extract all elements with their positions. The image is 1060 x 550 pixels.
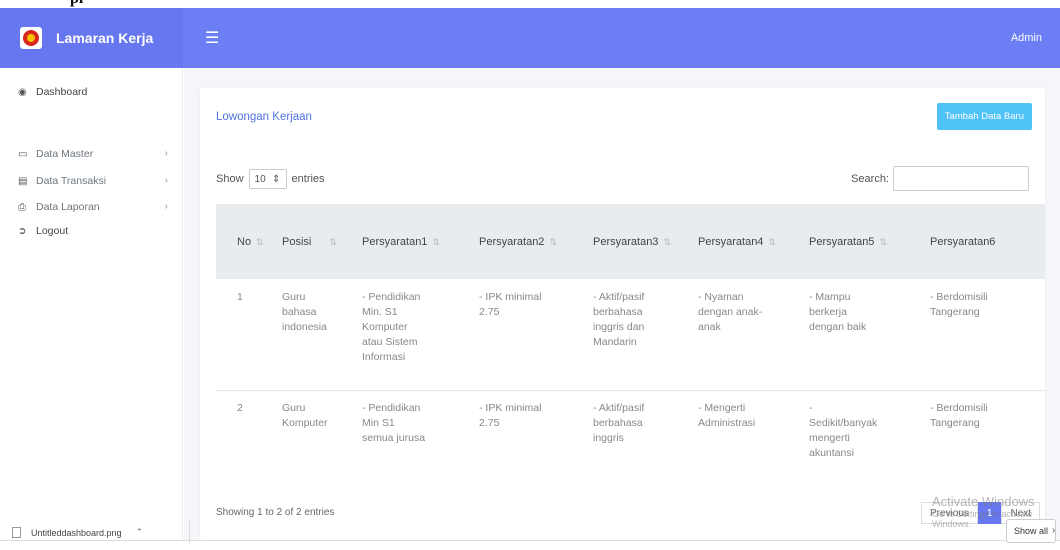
chevron-right-icon: ›: [164, 175, 168, 186]
show-label: Show: [216, 173, 244, 185]
sidebar-item-label: Data Laporan: [36, 201, 100, 213]
entries-select-value: 10: [254, 173, 266, 185]
brand[interactable]: Lamaran Kerja: [0, 8, 183, 68]
table-cell: - Berdomisili Tangerang: [930, 402, 988, 429]
sidebar-item-label: Dashboard: [36, 86, 88, 98]
column-header[interactable]: Persyaratan1 ⇅: [362, 236, 479, 248]
brand-logo-icon: [20, 27, 42, 49]
download-bar: [0, 540, 1060, 550]
column-header[interactable]: Persyaratan3 ⇅: [593, 236, 698, 248]
table-cell: 2: [237, 402, 243, 414]
brand-name: Lamaran Kerja: [56, 30, 154, 46]
database-icon: ▤: [18, 175, 28, 187]
table-cell: Guru Komputer: [282, 402, 328, 429]
table-cell: Guru bahasa indonesia: [282, 291, 327, 333]
logout-icon: ➲: [18, 225, 27, 237]
column-header[interactable]: No ⇅: [216, 236, 282, 248]
table-row: 2 Guru Komputer - Pendidikan Min S1 semu…: [216, 391, 1045, 481]
search-control: Search:: [851, 166, 1029, 191]
card-title: Lowongan Kerjaan: [216, 111, 312, 123]
entries-length-control: Show 10 ⇕ entries: [216, 169, 325, 189]
sort-icon: ⇅: [256, 236, 264, 247]
sidebar-item-logout[interactable]: ➲ Logout: [18, 225, 168, 237]
download-file-name: Untitleddashboard.png: [31, 527, 122, 538]
sort-icon: ⇅: [879, 236, 887, 247]
table-cell: - IPK minimal 2.75: [479, 291, 542, 318]
add-data-button[interactable]: Tambah Data Baru: [936, 103, 1032, 130]
sort-icon: ⇅: [663, 236, 671, 247]
sidebar-item-label: Data Transaksi: [36, 175, 107, 187]
chevron-right-icon: ›: [164, 148, 168, 159]
table-cell: - Pendidikan Min. S1 Komputer atau Siste…: [362, 291, 421, 363]
sort-icon: ⇅: [549, 236, 557, 247]
sort-icon: ⇅: [329, 236, 337, 247]
cropped-header-text: pl: [0, 0, 1060, 8]
vacancy-table: No ⇅ Posisi ⇅ Persyaratan1 ⇅ Persyaratan2 ⇅ …: [216, 204, 1045, 481]
show-all-button[interactable]: Show all: [1006, 519, 1057, 543]
close-icon[interactable]: ›: [1052, 525, 1055, 536]
column-header[interactable]: Posisi ⇅: [282, 236, 362, 248]
table-cell: - Mengerti Administrasi: [698, 402, 756, 429]
sort-icon: ⇅: [768, 236, 776, 247]
table-header: No ⇅ Posisi ⇅ Persyaratan1 ⇅ Persyaratan2 ⇅ …: [216, 204, 1045, 279]
user-menu[interactable]: Admin: [1011, 32, 1042, 44]
table-row: 1 Guru bahasa indonesia - Pendidikan Min…: [216, 279, 1045, 391]
previous-page-button[interactable]: Previous: [920, 502, 978, 524]
table-info: Showing 1 to 2 of 2 entries: [216, 507, 335, 518]
printer-icon: ⎙: [18, 201, 26, 213]
job-vacancy-card: Lowongan Kerjaan Tambah Data Baru Show 1…: [200, 88, 1045, 540]
select-arrows-icon: ⇕: [272, 173, 281, 185]
table-cell: - Pendidikan Min S1 semua jurusa: [362, 402, 426, 444]
sidebar-item-dashboard[interactable]: ◉ Dashboard: [18, 86, 168, 98]
sidebar-item-data-transaksi[interactable]: ▤ Data Transaksi ›: [18, 175, 168, 187]
column-header[interactable]: Persyaratan4 ⇅: [698, 236, 809, 248]
search-label: Search:: [851, 172, 889, 185]
top-navbar: ☰ Admin: [183, 8, 1060, 68]
sidebar-item-label: Logout: [36, 225, 69, 237]
file-icon: [12, 527, 21, 538]
column-header[interactable]: Persyaratan5 ⇅: [809, 236, 930, 248]
sidebar-item-data-master[interactable]: ▭ Data Master ›: [18, 148, 168, 160]
chevron-right-icon: ›: [164, 201, 168, 212]
download-item[interactable]: Untitleddashboard.png ⌃: [12, 527, 143, 538]
table-cell: - Sedikit/banyak mengerti akuntansi: [809, 402, 878, 459]
hamburger-icon[interactable]: ☰: [205, 28, 219, 48]
download-divider: [189, 521, 190, 545]
column-header[interactable]: Persyaratan2 ⇅: [479, 236, 593, 248]
sidebar-item-data-laporan[interactable]: ⎙ Data Laporan ›: [18, 201, 168, 213]
entries-label: entries: [291, 173, 325, 185]
sidebar: ◉ Dashboard ▭ Data Master › ▤ Data Trans…: [0, 68, 183, 540]
table-cell: 1: [237, 291, 243, 303]
dashboard-icon: ◉: [18, 86, 27, 98]
table-cell: - Mampu berkerja dengan baik: [809, 291, 867, 333]
sidebar-item-label: Data Master: [36, 148, 94, 160]
monitor-icon: ▭: [18, 148, 28, 160]
table-cell: - Aktif/pasif berbahasa inggris dan Mand…: [593, 291, 645, 348]
entries-select[interactable]: 10 ⇕: [248, 169, 287, 189]
chevron-up-icon[interactable]: ⌃: [136, 527, 144, 538]
column-header[interactable]: Persyaratan6: [930, 236, 1030, 248]
sort-icon: ⇅: [432, 236, 440, 247]
table-cell: - Berdomisili Tangerang: [930, 291, 988, 318]
search-input[interactable]: [893, 166, 1029, 191]
table-cell: - Aktif/pasif berbahasa inggris: [593, 402, 645, 444]
page-button-current[interactable]: 1: [977, 502, 1002, 524]
table-cell: - IPK minimal 2.75: [479, 402, 542, 429]
table-cell: - Nyaman dengan anak- anak: [698, 291, 763, 333]
